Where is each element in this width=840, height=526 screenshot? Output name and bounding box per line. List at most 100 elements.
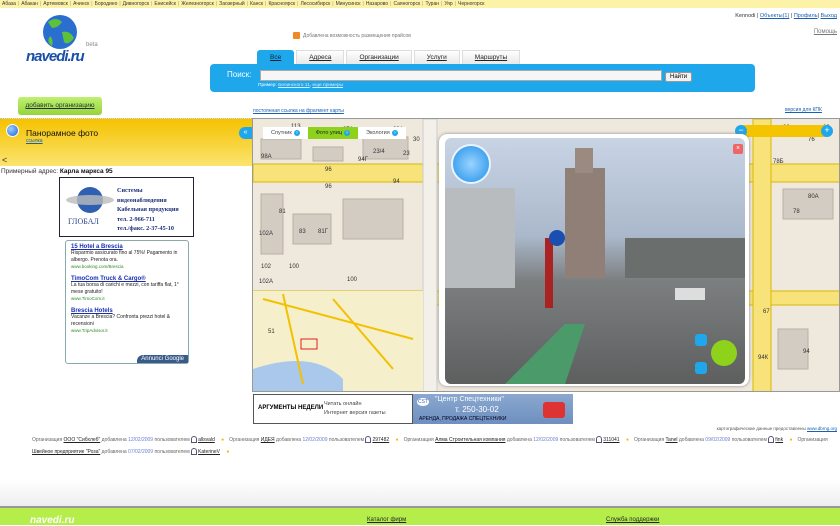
help-icon[interactable]: ? [391,130,398,136]
zoom-in-icon[interactable] [695,334,707,346]
user-link[interactable]: 297482 [372,437,389,443]
city-link[interactable]: Железногорск [181,1,214,7]
banner-cst[interactable]: CST "Центр Спецтехники" т. 250-30-02 АРЕ… [413,394,573,424]
panorama-viewer[interactable]: × [439,134,749,386]
example-link[interactable]: Белинского 11 [278,83,310,88]
city-link[interactable]: Лесосибирск [300,1,330,7]
cst-logo: CST [417,398,429,406]
compass-icon[interactable] [451,144,491,184]
street-panorama-photo[interactable] [445,138,745,384]
user-icon [768,436,775,444]
banner-argumenty[interactable]: АРГУМЕНТЫ НЕДЕЛИ Читать онлайн Интернет … [253,394,413,424]
map[interactable]: 11397А23А98А9623/494Г23309694818381Г102А… [252,118,840,392]
city-link[interactable]: Туран [425,1,439,7]
separator: | [332,1,334,7]
banner-ad-global[interactable]: ГЛОБАЛ Системы видеонаблюдения Кабельная… [59,177,194,237]
house-number: 96 [325,184,332,190]
city-link[interactable]: Черногорск [458,1,484,7]
city-link[interactable]: Ачинск [73,1,89,7]
added-word: добавлена [101,449,127,455]
logout-link[interactable]: Выход [821,13,837,19]
city-link[interactable]: Артемовск [43,1,68,7]
support-link[interactable]: Служба поддержки [606,517,659,523]
search-button[interactable]: Найти [665,72,693,82]
org-link[interactable]: ИДЕЯ [261,437,275,443]
google-ads-badge[interactable]: Annunci Google [137,355,188,363]
city-link[interactable]: Саяногорск [393,1,420,7]
search-input[interactable] [260,70,662,81]
ad-url[interactable]: www.TripAdvisor.it [71,328,183,333]
user-link[interactable]: fink [775,437,783,443]
pan-control-icon[interactable] [711,340,737,366]
pda-version-link[interactable]: версия для КПК [785,107,822,113]
search-tabs: Все Адреса Организации Услуги Маршруты [257,50,521,64]
user-link[interactable]: KaterineV [198,449,220,455]
footer-shade [0,480,840,506]
city-link[interactable]: Назарово [366,1,388,7]
global-logo: ГЛОБАЛ [64,184,116,228]
zoom-slider[interactable]: − + [735,125,833,137]
tab-routes[interactable]: Маршруты [461,50,521,64]
search-example: Пример: Белинского 11, еще примеры [258,83,344,88]
user-link[interactable]: allsvald [198,437,215,443]
ad-item[interactable]: 15 Hotel a Brescia Risparmio assicurato f… [71,244,183,269]
panel-link[interactable]: ссылка [26,138,43,144]
tab-services[interactable]: Услуги [413,50,460,64]
more-examples-link[interactable]: еще примеры [312,83,343,88]
zoom-in-button[interactable]: + [821,125,833,137]
news-item[interactable]: Добавлена возможность размещения прайсов [293,32,411,39]
help-icon[interactable]: ? [343,130,350,136]
city-link[interactable]: Абаза [2,1,16,7]
city-link[interactable]: Минусинск [336,1,361,7]
ad-line: тел. 2-966-711 [117,215,155,223]
ad-item[interactable]: TimoCom Truck & Cargo® La tua borsa di ca… [71,276,183,301]
zoom-out-icon[interactable] [695,362,707,374]
help-icon[interactable]: ? [293,130,300,136]
tab-addresses[interactable]: Адреса [296,50,345,64]
permalink-link[interactable]: постоянная ссылка на фрагмент карты [253,108,344,114]
org-word: Организация [32,437,63,443]
logo[interactable]: navedi.ru beta [24,12,114,72]
collapse-panel-button[interactable]: « [239,127,252,139]
city-link[interactable]: Дивногорск [123,1,149,7]
city-link[interactable]: Бородино [95,1,118,7]
tab-satellite[interactable]: Спутник? [263,127,308,139]
objects-link[interactable]: Объекты(1) [760,13,789,19]
profile-link[interactable]: Профиль [794,13,818,19]
ad-url[interactable]: www.booking.com/Brescia [71,264,183,269]
ad-text: Системы видеонаблюдения Кабельная продук… [117,186,179,234]
ad-url[interactable]: www.TimoCom.it [71,296,183,301]
org-link[interactable]: Швейное предприятие "Роза" [32,449,100,455]
house-number: 102А [259,231,274,237]
credit-link[interactable]: www.dbrng.org [807,426,837,431]
ad-item[interactable]: Brescia Hotels Vacanze a Brescia? Confron… [71,308,183,333]
tab-all[interactable]: Все [257,50,295,64]
panel-title: Панорамное фото [26,128,99,138]
city-link[interactable]: Заозерный [219,1,244,7]
tab-ecology[interactable]: Экология? [358,127,406,139]
bullet-icon: ● [395,437,399,443]
house-number: 94 [803,349,810,355]
panorama-scene [445,148,745,384]
tab-organizations[interactable]: Организации [346,50,412,64]
by-word: пользователем [154,449,190,455]
city-link[interactable]: Красноярск [268,1,295,7]
city-link[interactable]: Енисейск [154,1,176,7]
city-link[interactable]: Уяр [444,1,452,7]
org-link[interactable]: Tanel [666,437,678,443]
org-link[interactable]: Алма Строительная компания [435,437,505,443]
added-date: 12/02/2009 [533,437,559,443]
close-button[interactable]: × [733,144,743,154]
user-link[interactable]: 311041 [603,437,619,443]
house-number: 102 [261,264,272,270]
tab-street-photo[interactable]: Фото улиц? [307,127,358,139]
add-organization-button[interactable]: добавить организацию [18,97,102,115]
footer-logo[interactable]: navedi.ru [30,515,74,526]
catalog-link[interactable]: Каталог фирм [367,517,406,523]
bullet-icon: ● [625,437,629,443]
city-link[interactable]: Абакан [21,1,38,7]
back-arrow-icon[interactable]: < [2,155,7,165]
org-link[interactable]: ООО "Сибхлеб" [64,437,101,443]
help-link[interactable]: Помощь [814,29,837,35]
city-link[interactable]: Канск [250,1,263,7]
